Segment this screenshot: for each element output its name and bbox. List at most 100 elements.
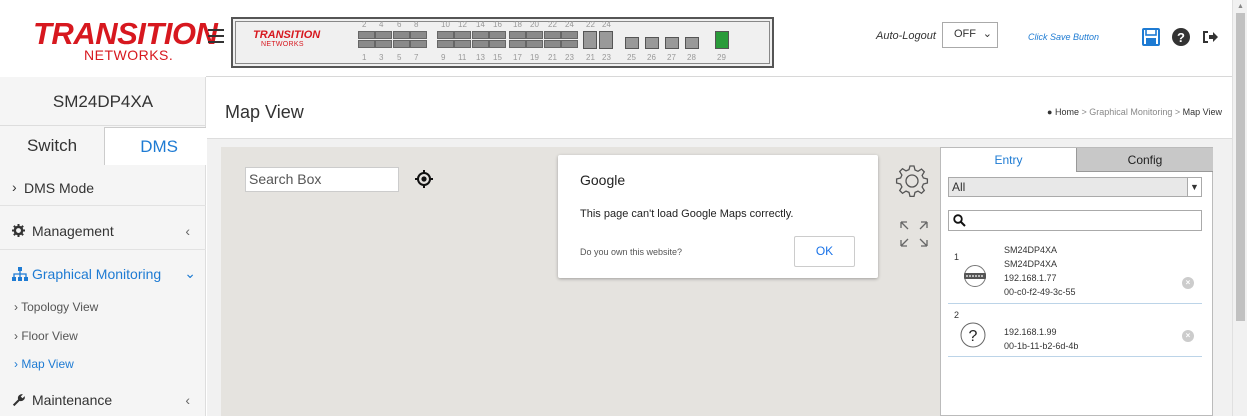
breadcrumb-separator: > [1081,107,1087,117]
caret-down-icon: ▼ [1187,178,1201,196]
sfp-port[interactable] [715,31,729,49]
logo-text-main: TRANSITION [33,16,218,51]
chevron-down-icon: ⌄ [982,28,992,40]
sfp-port[interactable] [665,37,679,49]
port[interactable] [393,40,410,48]
port[interactable] [410,31,427,39]
home-icon: ● [1047,107,1053,117]
dialog-ok-button[interactable]: OK [794,236,855,267]
port[interactable] [472,40,489,48]
port[interactable] [544,40,561,48]
port[interactable] [454,31,471,39]
combo-port[interactable] [583,31,597,49]
locate-icon[interactable] [415,170,433,188]
sfp-port[interactable] [645,37,659,49]
fullscreen-icon[interactable] [898,219,930,249]
port[interactable] [509,40,526,48]
sidebar-item-graphical-monitoring[interactable]: Graphical Monitoring ⌄ [0,264,206,284]
port[interactable] [544,31,561,39]
panel-logo-main: TRANSITION [253,29,321,41]
tab-switch[interactable]: Switch [0,127,104,165]
tab-config[interactable]: Config [1076,148,1213,172]
remove-entry-icon[interactable]: × [1182,277,1194,289]
port-number: 24 [565,20,574,29]
entry-line: 192.168.1.77 [1004,273,1057,283]
device-list-item[interactable]: 2 ? 192.168.1.99 00-1b-11-b2-6d-4b × [948,308,1202,357]
auto-logout-select[interactable]: OFF ⌄ [942,22,998,48]
port[interactable] [358,31,375,39]
map-search-input[interactable]: Search Box [245,167,399,192]
device-port-panel: TRANSITION NETWORKS 2 1 4 3 6 5 8 7 10 9 12 11 14 13 1… [231,17,774,68]
chevron-right-icon: › [14,300,18,314]
map-canvas[interactable]: Search Box Google This page can't load G… [221,147,940,416]
page: TRANSITION NETWORKS. TRANSITION NETWORKS… [0,0,1247,416]
settings-gear-icon[interactable] [894,163,930,199]
port-number: 11 [458,53,467,62]
page-scrollbar[interactable]: ▲ [1232,0,1247,416]
port[interactable] [561,31,578,39]
port[interactable] [437,40,454,48]
sidebar-item-maintenance[interactable]: Maintenance ‹ [0,390,206,410]
port-number: 25 [627,53,636,62]
breadcrumb-separator: > [1174,107,1181,117]
port[interactable] [489,40,506,48]
help-icon[interactable]: ? [1171,27,1191,47]
port[interactable] [410,40,427,48]
sfp-port[interactable] [685,37,699,49]
device-list-item[interactable]: 1 SM24DP4XA SM24DP4XA 192.168.1.77 00-c0… [948,240,1202,304]
sidebar-item-label: Maintenance [32,392,113,408]
tab-dms[interactable]: DMS [104,127,206,165]
combo-port[interactable] [599,31,613,49]
sidebar-subitem-map-view[interactable]: › Map View [14,357,74,371]
port[interactable] [437,31,454,39]
sidebar-subitem-topology-view[interactable]: › Topology View [14,300,98,314]
dialog-owner-link[interactable]: Do you own this website? [580,247,682,257]
sidebar-subitem-label: Map View [21,357,74,371]
chevron-left-icon: ‹ [185,392,190,408]
device-filter-select[interactable]: All ▼ [948,177,1202,197]
scrollbar-thumb[interactable] [1236,13,1245,321]
port[interactable] [526,31,543,39]
port[interactable] [393,31,410,39]
svg-text:?: ? [1177,30,1185,45]
remove-entry-icon[interactable]: × [1182,330,1194,342]
entry-index: 1 [954,252,960,262]
port-number: 22 [586,20,595,29]
brand-logo[interactable]: TRANSITION NETWORKS. [0,0,218,77]
page-title: Map View [225,102,304,122]
sfp-port[interactable] [625,37,639,49]
sidebar-subitem-floor-view[interactable]: › Floor View [14,329,78,343]
sidebar-item-management[interactable]: Management ‹ [0,221,206,241]
gear-icon [12,224,25,237]
port[interactable] [454,40,471,48]
port[interactable] [526,40,543,48]
menu-toggle-icon[interactable] [208,29,224,43]
divider [0,205,206,206]
top-bar: TRANSITION NETWORKS. TRANSITION NETWORKS… [0,0,1232,77]
sidebar-tabs: Switch DMS [0,127,206,165]
port[interactable] [509,31,526,39]
port[interactable] [489,31,506,39]
save-icon[interactable] [1141,27,1161,47]
port[interactable] [472,31,489,39]
save-hint-text: Click Save Button [1028,32,1100,42]
breadcrumb-home[interactable]: Home [1055,107,1079,117]
dialog-title: Google [580,172,626,188]
port[interactable] [375,40,392,48]
tab-entry[interactable]: Entry [941,148,1076,172]
title-bar: Map View ● Home > Graphical Monitoring >… [207,77,1232,139]
port-number: 21 [548,53,557,62]
scroll-up-icon[interactable]: ▲ [1237,3,1244,10]
sidebar-subitem-label: Floor View [21,329,78,343]
port-number: 16 [493,20,502,29]
sidebar-item-dms-mode[interactable]: › DMS Mode [0,178,206,198]
logo-text-sub: NETWORKS. [84,47,174,63]
sidebar-item-label: DMS Mode [24,180,95,196]
port[interactable] [375,31,392,39]
port-number: 14 [476,20,485,29]
logout-icon[interactable] [1200,27,1220,47]
port[interactable] [561,40,578,48]
port[interactable] [358,40,375,48]
device-search-input[interactable] [948,210,1202,231]
breadcrumb-parent[interactable]: Graphical Monitoring [1089,107,1172,117]
